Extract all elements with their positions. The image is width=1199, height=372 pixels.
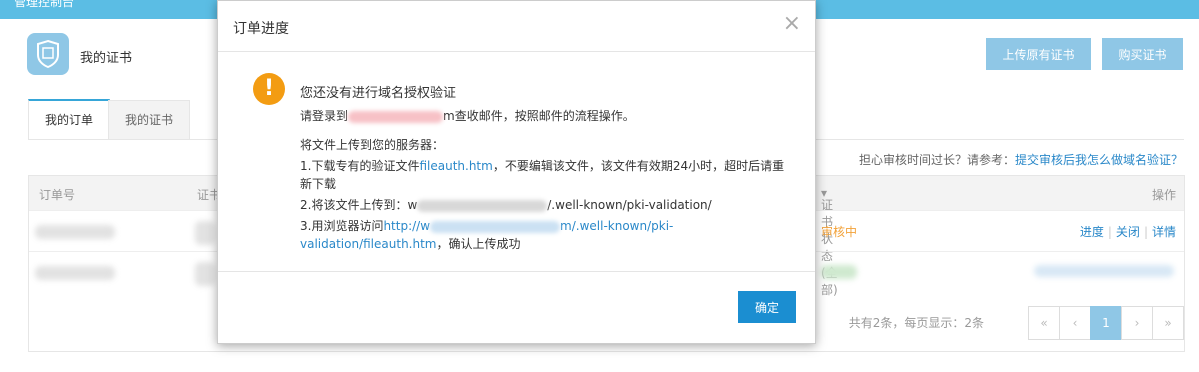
dialog-heading: 您还没有进行域名授权验证 <box>300 86 457 101</box>
help-prefix: 担心审核时间过长？请参考： <box>858 153 1015 167</box>
redacted-certificate <box>195 221 215 245</box>
warning-icon: ! <box>253 73 285 105</box>
dialog-footer-divider <box>218 271 815 272</box>
dialog-header: 订单进度 × <box>218 1 815 52</box>
confirm-button[interactable]: 确定 <box>738 291 796 323</box>
status-badge: 审核中 <box>821 225 858 239</box>
step-3: 3.用浏览器访问http://w m/.well-known/pki-valida… <box>300 219 674 251</box>
redacted-domain <box>430 220 561 233</box>
redacted-status <box>821 265 857 279</box>
row-actions: 进度 | 关闭 | 详情 <box>1079 225 1176 239</box>
pagination-info: 共有2条，每页显示：2条 <box>848 316 984 330</box>
page-1-button[interactable]: 1 <box>1090 306 1122 340</box>
step-2: 2.将该文件上传到：w/.well-known/pki-validation/ <box>300 198 712 212</box>
next-page-button[interactable]: › <box>1121 306 1153 340</box>
redacted-domain <box>417 199 548 212</box>
login-instruction: 请登录到 m查收邮件，按照邮件的流程操作。 <box>300 109 635 123</box>
redacted-actions <box>1034 265 1174 277</box>
dialog-title: 订单进度 <box>233 21 289 37</box>
buy-certificate-button[interactable]: 购买证书 <box>1102 38 1183 70</box>
upload-certificate-button[interactable]: 上传原有证书 <box>986 38 1091 70</box>
close-link[interactable]: 关闭 <box>1116 225 1140 239</box>
last-page-button[interactable]: » <box>1152 306 1184 340</box>
help-line: 担心审核时间过长？请参考：提交审核后我怎么做域名验证？ <box>859 151 1183 168</box>
first-page-button[interactable]: « <box>1028 306 1060 340</box>
details-link[interactable]: 详情 <box>1152 225 1176 239</box>
redacted-order-number <box>35 225 115 239</box>
redacted-email-domain <box>348 110 444 123</box>
redacted-order-number <box>35 266 115 280</box>
top-bar-text: 管理控制台 <box>14 0 75 9</box>
upload-instruction: 将文件上传到您的服务器： <box>300 138 445 152</box>
page-title: 我的证书 <box>80 51 133 66</box>
certificate-icon <box>27 33 69 75</box>
tab-my-orders[interactable]: 我的订单 <box>28 99 110 139</box>
progress-link[interactable]: 进度 <box>1080 225 1104 239</box>
order-progress-dialog: 订单进度 × ! 您还没有进行域名授权验证 请登录到 m查收邮件，按照邮件的流程操… <box>217 0 816 344</box>
tab-my-certificates[interactable]: 我的证书 <box>108 100 190 140</box>
close-icon[interactable]: × <box>783 11 801 36</box>
redacted-certificate <box>195 262 215 286</box>
help-link[interactable]: 提交审核后我怎么做域名验证？ <box>1015 153 1183 167</box>
header-status-filter[interactable]: 证书状态(全部) ▾ <box>821 186 838 297</box>
fileauth-download-link[interactable]: fileauth.htm <box>419 159 492 173</box>
step-1: 1.下载专有的验证文件fileauth.htm，不要编辑该文件，该文件有效期24… <box>300 159 785 191</box>
header-order-number: 订单号 <box>39 188 76 202</box>
prev-page-button[interactable]: ‹ <box>1059 306 1091 340</box>
header-actions: 操作 <box>1151 188 1176 202</box>
